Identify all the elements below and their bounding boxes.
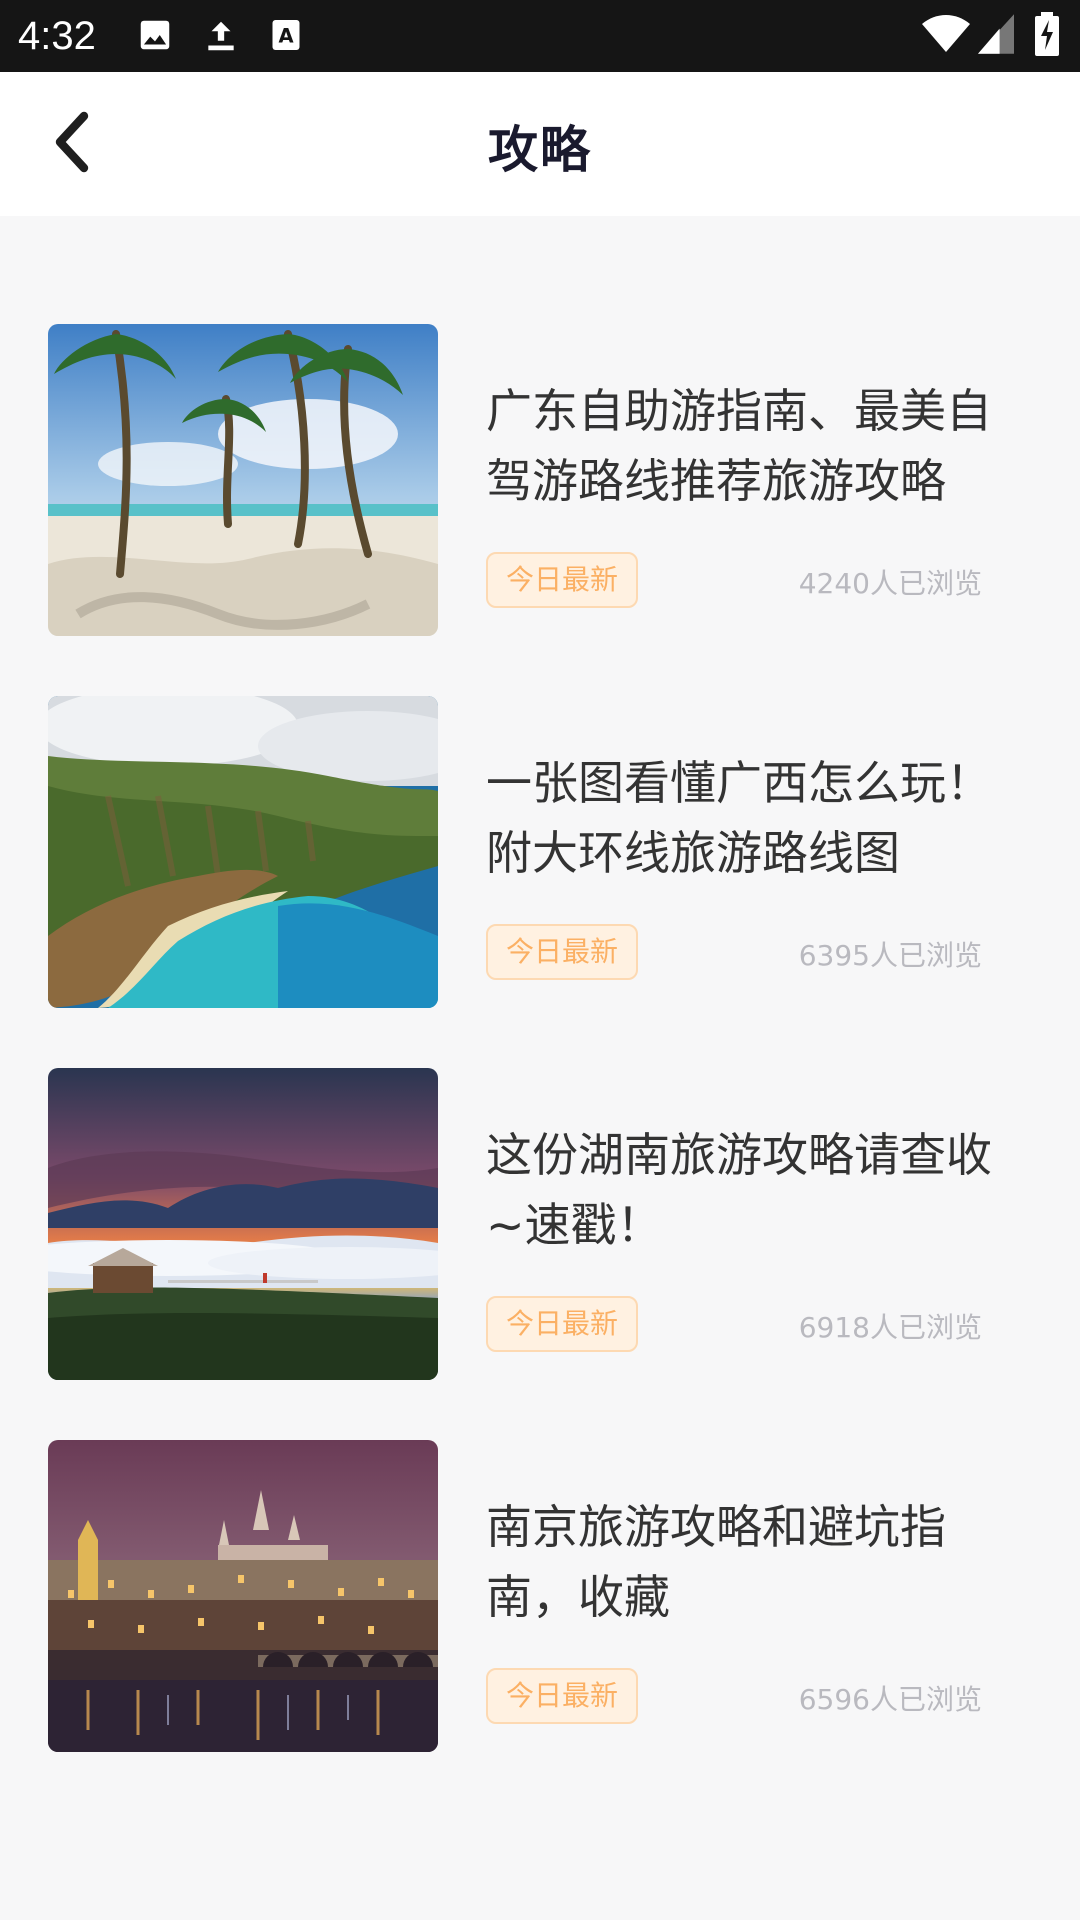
app-bar: 攻略 <box>0 72 1080 216</box>
latest-badge: 今日最新 <box>486 924 639 980</box>
wifi-icon <box>922 14 970 58</box>
signal-icon <box>978 14 1014 58</box>
font-icon: A <box>268 16 304 58</box>
page-title: 攻略 <box>488 121 592 179</box>
svg-text:A: A <box>278 25 293 48</box>
article-card[interactable]: 广东自助游指南、最美自驾游路线推荐旅游攻略 今日最新 4240人已浏览 <box>0 324 1080 636</box>
view-count: 4240人已浏览 <box>798 567 982 600</box>
article-card[interactable]: 南京旅游攻略和避坑指南，收藏 今日最新 6596人已浏览 <box>0 1440 1080 1752</box>
latest-badge: 今日最新 <box>486 552 639 608</box>
article-thumbnail <box>48 1440 438 1752</box>
battery-charging-icon <box>1034 12 1060 60</box>
article-card[interactable]: 一张图看懂广西怎么玩！附大环线旅游路线图 今日最新 6395人已浏览 <box>0 696 1080 1008</box>
latest-badge: 今日最新 <box>486 1668 639 1724</box>
upload-icon <box>202 16 240 60</box>
article-thumbnail <box>48 696 438 1008</box>
view-count: 6596人已浏览 <box>798 1683 982 1716</box>
status-time: 4:32 <box>18 14 96 58</box>
latest-badge: 今日最新 <box>486 1296 639 1352</box>
article-title: 一张图看懂广西怎么玩！附大环线旅游路线图 <box>486 756 992 880</box>
view-count: 6395人已浏览 <box>798 939 982 972</box>
status-bar: 4:32 A <box>0 0 1080 72</box>
view-count: 6918人已浏览 <box>798 1311 982 1344</box>
image-icon <box>136 16 174 58</box>
article-thumbnail <box>48 324 438 636</box>
article-title: 南京旅游攻略和避坑指南，收藏 <box>486 1500 946 1624</box>
article-title: 这份湖南旅游攻略请查收~速戳！ <box>486 1128 992 1252</box>
article-title: 广东自助游指南、最美自驾游路线推荐旅游攻略 <box>486 384 992 508</box>
article-thumbnail <box>48 1068 438 1380</box>
article-card[interactable]: 这份湖南旅游攻略请查收~速戳！ 今日最新 6918人已浏览 <box>0 1068 1080 1380</box>
